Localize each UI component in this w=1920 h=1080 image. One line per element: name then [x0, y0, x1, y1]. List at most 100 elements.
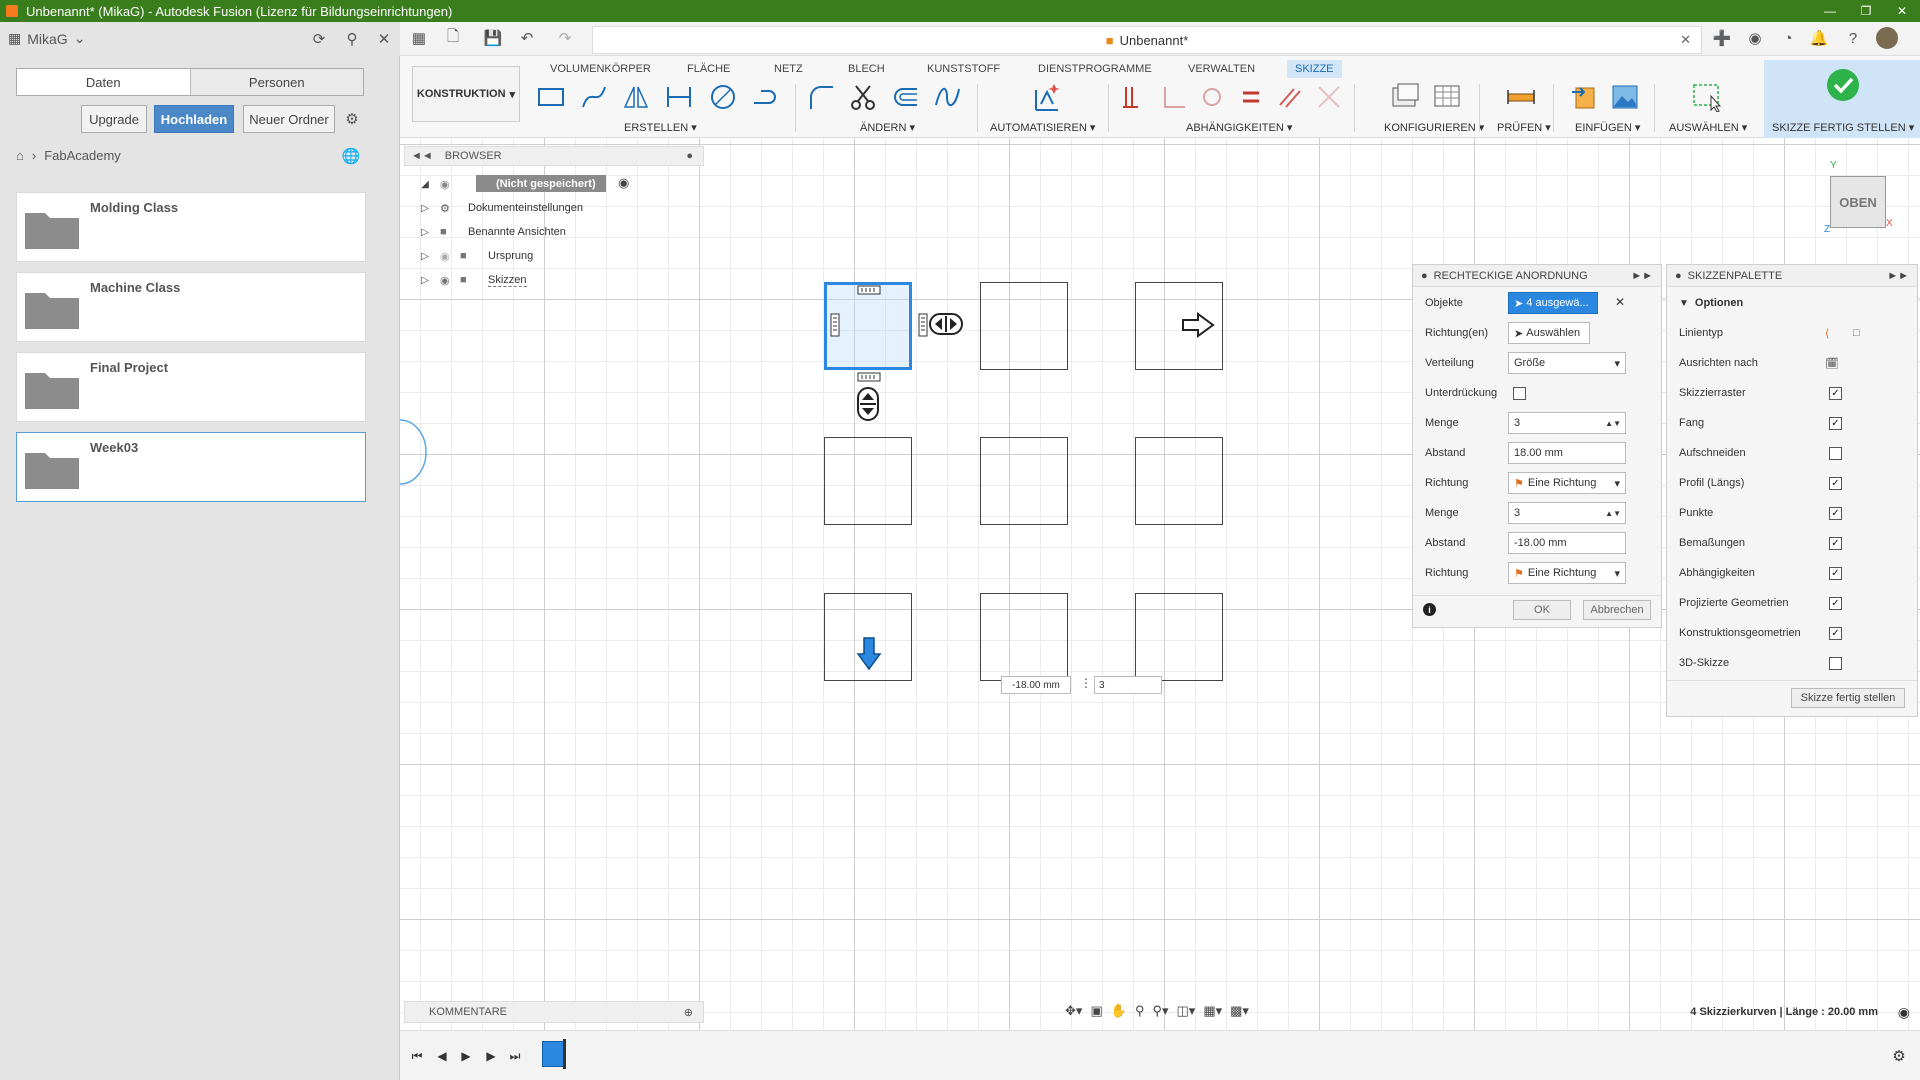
snap-checkbox[interactable]: ✓ — [1829, 416, 1842, 430]
dimension-tool-icon[interactable] — [662, 80, 696, 114]
edge-handle-icon[interactable] — [830, 313, 840, 337]
upload-button[interactable]: Hochladen — [154, 105, 234, 133]
insert-dxf-icon[interactable] — [1568, 80, 1602, 114]
quantity-input[interactable]: 3 — [1094, 676, 1162, 694]
zoom-icon[interactable]: ⚲ — [1135, 1003, 1145, 1019]
settings-gear-icon[interactable]: ⚙ — [343, 110, 361, 128]
look-at-icon[interactable]: 🗓 — [1825, 357, 1839, 370]
extensions-icon[interactable]: ◉ — [1746, 29, 1764, 47]
breadcrumb-project[interactable]: FabAcademy — [44, 148, 121, 163]
directions-select-button[interactable]: ➤ Auswählen — [1508, 322, 1590, 344]
browser-pin-icon[interactable]: ● — [686, 150, 693, 162]
clear-selection-icon[interactable]: ✕ — [1615, 295, 1625, 309]
new-tab-icon[interactable]: ➕ — [1713, 29, 1732, 47]
tab-daten[interactable]: Daten — [17, 69, 190, 95]
select-window-icon[interactable] — [1690, 80, 1724, 114]
browser-panel-header[interactable]: ◄◄ BROWSER ● — [404, 146, 704, 166]
info-icon[interactable]: i — [1423, 603, 1436, 616]
folder-card[interactable]: Final Project — [16, 352, 366, 422]
create-group-label[interactable]: ERSTELLEN ▾ — [624, 121, 697, 134]
curve-tool-icon[interactable] — [930, 80, 964, 114]
expand-triangle-icon[interactable]: ▷ — [418, 273, 432, 287]
slot-tool-icon[interactable] — [748, 80, 782, 114]
sketch-rectangle[interactable] — [980, 593, 1068, 681]
folder-card[interactable]: Machine Class — [16, 272, 366, 342]
distribution-dropdown[interactable]: Größe ▾ — [1508, 352, 1626, 374]
document-tab[interactable]: ■ Unbenannt* ✕ — [592, 26, 1702, 54]
workspace-dropdown[interactable]: KONSTRUKTION ▾ — [412, 66, 520, 122]
construction-geometries-checkbox[interactable]: ✓ — [1829, 626, 1842, 640]
insert-group-label[interactable]: EINFÜGEN ▾ — [1575, 121, 1640, 134]
palette-collapse-icon[interactable]: ● — [1675, 270, 1682, 282]
sketch-rectangle[interactable] — [980, 282, 1068, 370]
timeline-first-icon[interactable]: ⏮ — [408, 1047, 426, 1065]
eye-hidden-icon[interactable]: ◉ — [440, 250, 460, 263]
tree-item[interactable]: ▷ ◉ ■ Skizzen — [418, 270, 527, 290]
constraints-group-label[interactable]: ABHÄNGIGKEITEN ▾ — [1186, 121, 1292, 134]
tree-item[interactable]: ▷ ■ Benannte Ansichten — [418, 222, 566, 242]
tab-netz[interactable]: NETZ — [766, 60, 811, 78]
dimensions-checkbox[interactable]: ✓ — [1829, 536, 1842, 550]
view-cube[interactable]: OBEN — [1830, 176, 1886, 228]
timeline-settings-gear-icon[interactable]: ⚙ — [1890, 1047, 1908, 1065]
expand-triangle-icon[interactable]: ▷ — [418, 249, 432, 263]
quantity-1-stepper[interactable]: 3 ▲▼ — [1508, 412, 1626, 434]
close-tab-icon[interactable]: ✕ — [1680, 32, 1691, 48]
suppression-checkbox[interactable] — [1513, 387, 1526, 400]
inspect-group-label[interactable]: PRÜFEN ▾ — [1497, 121, 1551, 134]
more-options-icon[interactable]: ⋮ — [1080, 676, 1092, 694]
offset-tool-icon[interactable] — [888, 80, 922, 114]
configure-table-icon[interactable] — [1430, 80, 1464, 114]
activate-radio-icon[interactable]: ◉ — [618, 175, 629, 191]
timeline-play-icon[interactable]: ▶ — [457, 1047, 475, 1065]
timeline-prev-icon[interactable]: ◀ — [433, 1047, 451, 1065]
edge-handle-icon[interactable] — [857, 285, 881, 295]
redo-icon[interactable]: ↷ — [556, 29, 574, 47]
zoom-window-icon[interactable]: ⚲▾ — [1152, 1003, 1168, 1019]
direction-2-dropdown[interactable]: ⚑ Eine Richtung ▾ — [1508, 562, 1626, 584]
look-at-icon[interactable]: ▣ — [1090, 1003, 1102, 1019]
eye-icon[interactable]: ◉ — [440, 178, 450, 191]
tab-verwalten[interactable]: VERWALTEN — [1180, 60, 1263, 78]
finish-sketch-button[interactable]: SKIZZE FERTIG STELLEN ▾ — [1764, 60, 1920, 138]
sketch-rectangle[interactable] — [1135, 437, 1223, 525]
equal-constraint-icon[interactable] — [1234, 80, 1268, 114]
direction-1-dropdown[interactable]: ⚑ Eine Richtung ▾ — [1508, 472, 1626, 494]
new-folder-button[interactable]: Neuer Ordner — [243, 105, 335, 133]
folder-card[interactable]: Week03 — [16, 432, 366, 502]
pan-hand-icon[interactable]: ✋ — [1111, 1003, 1127, 1019]
timeline-next-icon[interactable]: ▶ — [482, 1047, 500, 1065]
notifications-icon[interactable]: 🔔 — [1810, 29, 1829, 47]
vertical-drag-arrows-icon[interactable] — [855, 386, 881, 422]
tab-kunststoff[interactable]: KUNSTSTOFF — [919, 60, 1008, 78]
timeline-last-icon[interactable]: ⏭ — [506, 1047, 524, 1065]
projected-geometries-checkbox[interactable]: ✓ — [1829, 596, 1842, 610]
spline-tool-icon[interactable] — [577, 80, 611, 114]
select-group-label[interactable]: AUSWÄHLEN ▾ — [1669, 121, 1747, 134]
objects-selection[interactable]: ➤ 4 ausgewä... — [1508, 292, 1598, 314]
folder-card[interactable]: Molding Class — [16, 192, 366, 262]
eye-icon[interactable]: ◉ — [440, 274, 460, 287]
project-globe-icon[interactable]: 🌐 — [342, 147, 361, 165]
expand-dialog-icon[interactable]: ►► — [1631, 270, 1653, 282]
tab-dienstprogramme[interactable]: DIENSTPROGRAMME — [1030, 60, 1160, 78]
horizontal-drag-arrows-icon[interactable] — [928, 311, 964, 337]
expand-palette-icon[interactable]: ►► — [1887, 270, 1909, 282]
user-menu[interactable]: ▦ MikaG ⌄ — [8, 30, 85, 47]
dialog-collapse-icon[interactable]: ● — [1421, 270, 1428, 282]
close-panel-icon[interactable]: ✕ — [375, 30, 393, 48]
quantity-2-stepper[interactable]: 3 ▲▼ — [1508, 502, 1626, 524]
finish-sketch-palette-button[interactable]: Skizze fertig stellen — [1791, 688, 1905, 708]
upgrade-button[interactable]: Upgrade — [81, 105, 147, 133]
viewports-icon[interactable]: ▩▾ — [1230, 1003, 1249, 1019]
search-icon[interactable]: ⚲ — [343, 30, 361, 48]
tab-blech[interactable]: BLECH — [840, 60, 893, 78]
expand-triangle-icon[interactable]: ▷ — [418, 225, 432, 239]
display-settings-icon[interactable]: ◫▾ — [1177, 1003, 1196, 1019]
modify-group-label[interactable]: ÄNDERN ▾ — [860, 121, 915, 134]
measure-tool-icon[interactable] — [1504, 80, 1538, 114]
ok-button[interactable]: OK — [1513, 600, 1571, 620]
slice-checkbox[interactable] — [1829, 446, 1842, 460]
sketch-rectangle[interactable] — [1135, 593, 1223, 681]
profile-checkbox[interactable]: ✓ — [1829, 476, 1842, 490]
